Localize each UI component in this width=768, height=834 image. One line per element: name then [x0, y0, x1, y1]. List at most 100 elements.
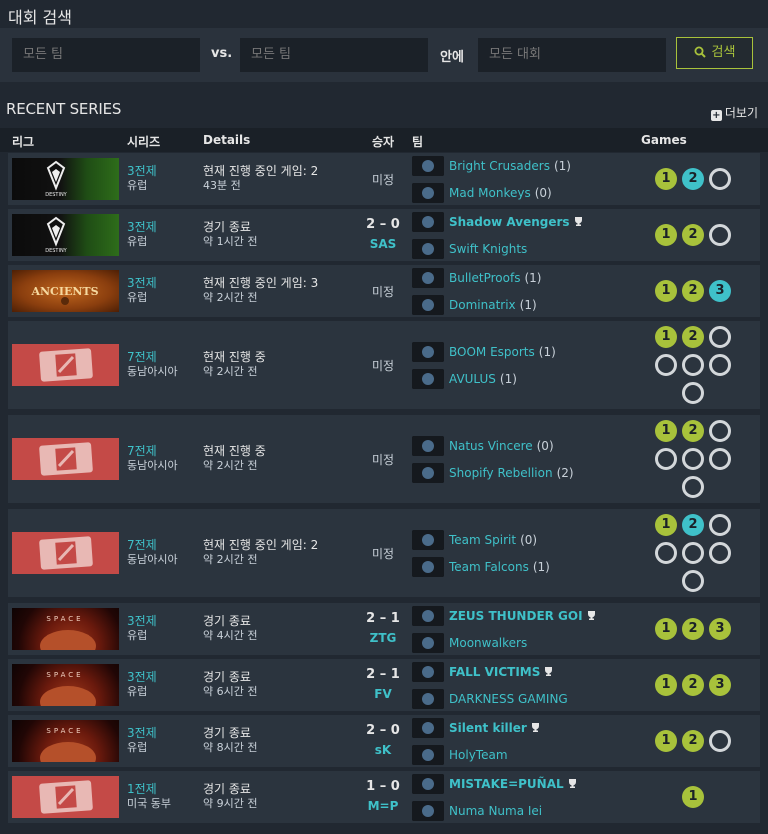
game-2[interactable]: 2 — [682, 514, 704, 536]
team-1-name[interactable]: BOOM Esports (1) — [449, 345, 556, 359]
game-1[interactable]: 1 — [655, 514, 677, 536]
game-1[interactable]: 1 — [655, 280, 677, 302]
game-3[interactable] — [709, 326, 731, 348]
winner-abbr[interactable]: ZTG — [353, 631, 413, 645]
team-1-name[interactable]: Shadow Avengers — [449, 215, 584, 229]
svg-text:SPACE: SPACE — [46, 727, 83, 735]
team-2-name[interactable]: Dominatrix (1) — [449, 298, 537, 312]
game-2[interactable]: 2 — [682, 224, 704, 246]
team-2-name[interactable]: DARKNESS GAMING — [449, 692, 568, 706]
silentkiller-icon — [412, 718, 444, 738]
team-1-name[interactable]: FALL VICTIMS — [449, 665, 554, 679]
game-2[interactable]: 2 — [682, 420, 704, 442]
game-7[interactable] — [682, 570, 704, 592]
series-row[interactable]: SPACE 3전제 유럽 경기 종료 약 6시간 전2 – 1 FV FALL VICTIM… — [8, 659, 760, 711]
league-logo[interactable]: SPACE — [12, 608, 119, 650]
series-row[interactable]: DESTINY 3전제 유럽 현재 진행 중인 게임: 2 43분 전 미정 Bright … — [8, 153, 760, 205]
team-2-name[interactable]: AVULUS (1) — [449, 372, 517, 386]
game-3[interactable]: 3 — [709, 280, 731, 302]
game-3[interactable] — [709, 168, 731, 190]
team2-input[interactable]: 모든 팀 — [240, 38, 428, 72]
game-3[interactable]: 3 — [709, 674, 731, 696]
series-row[interactable]: SPACE 3전제 유럽 경기 종료 약 4시간 전2 – 1 ZTG ZEUS THUND… — [8, 603, 760, 655]
dominatrix-icon — [412, 295, 444, 315]
team-2-name[interactable]: Swift Knights — [449, 242, 527, 256]
game-1[interactable]: 1 — [682, 786, 704, 808]
game-5[interactable] — [682, 448, 704, 470]
league-logo[interactable] — [12, 344, 119, 386]
spirit-icon — [412, 530, 444, 550]
team1-input[interactable]: 모든 팀 — [12, 38, 200, 72]
series-row[interactable]: 7전제 동남아시아 현재 진행 중약 2시간 전 미정 Natus Vincere (0)… — [8, 415, 760, 503]
league-logo[interactable]: DESTINY — [12, 214, 119, 256]
team-1-name[interactable]: Bright Crusaders (1) — [449, 159, 571, 173]
game-5[interactable] — [682, 354, 704, 376]
game-3[interactable]: 3 — [709, 618, 731, 640]
game-1[interactable]: 1 — [655, 674, 677, 696]
league-logo[interactable] — [12, 438, 119, 480]
game-3[interactable] — [709, 730, 731, 752]
team-2-name[interactable]: HolyTeam — [449, 748, 508, 762]
game-5[interactable] — [682, 542, 704, 564]
game-2[interactable]: 2 — [682, 280, 704, 302]
team-2-name[interactable]: Numa Numa Iei — [449, 804, 542, 818]
game-4[interactable] — [655, 542, 677, 564]
col-games: Games — [641, 133, 687, 147]
space-logo-icon: SPACE — [40, 671, 96, 706]
series-row[interactable]: SPACE 3전제 유럽 경기 종료 약 8시간 전2 – 0 sK Silent kill… — [8, 715, 760, 767]
game-1[interactable]: 1 — [655, 326, 677, 348]
team-1-name[interactable]: ZEUS THUNDER GOI — [449, 609, 597, 623]
team-2-name[interactable]: Team Falcons (1) — [449, 560, 550, 574]
series-row[interactable]: 7전제 동남아시아 현재 진행 중약 2시간 전 미정 BOOM Esports (1) A… — [8, 321, 760, 409]
game-7[interactable] — [682, 382, 704, 404]
search-button[interactable]: 검색 — [676, 37, 753, 69]
league-input[interactable]: 모든 대회 — [478, 38, 666, 72]
team-1-name[interactable]: MISTAKE=PUÑAL — [449, 777, 578, 791]
team-1-name[interactable]: BulletProofs (1) — [449, 271, 541, 285]
game-1[interactable]: 1 — [655, 224, 677, 246]
shopify-icon — [412, 463, 444, 483]
game-6[interactable] — [709, 354, 731, 376]
game-3[interactable] — [709, 420, 731, 442]
svg-text:ANCIENTS: ANCIENTS — [30, 285, 98, 298]
game-2[interactable]: 2 — [682, 168, 704, 190]
team-2-name[interactable]: Mad Monkeys (0) — [449, 186, 552, 200]
game-1[interactable]: 1 — [655, 618, 677, 640]
team-2-name[interactable]: Shopify Rebellion (2) — [449, 466, 574, 480]
league-logo[interactable] — [12, 776, 119, 818]
league-logo[interactable]: SPACE — [12, 664, 119, 706]
game-3[interactable] — [709, 514, 731, 536]
game-2[interactable]: 2 — [682, 326, 704, 348]
dota-logo-icon — [12, 532, 119, 574]
team-1-name[interactable]: Natus Vincere (0) — [449, 439, 554, 453]
game-3[interactable] — [709, 224, 731, 246]
game-4[interactable] — [655, 448, 677, 470]
team-2-name[interactable]: Moonwalkers — [449, 636, 527, 650]
series-row[interactable]: DESTINY 3전제 유럽 경기 종료 약 1시간 전2 – 0 SAS Shadow A… — [8, 209, 760, 261]
more-link[interactable]: + 더보기 — [710, 104, 758, 121]
game-2[interactable]: 2 — [682, 618, 704, 640]
league-logo[interactable]: ANCIENTS — [12, 270, 119, 312]
game-2[interactable]: 2 — [682, 674, 704, 696]
game-4[interactable] — [655, 354, 677, 376]
winner-abbr[interactable]: M=P — [353, 799, 413, 813]
game-6[interactable] — [709, 448, 731, 470]
team-2-wins: (0) — [534, 186, 552, 200]
game-1[interactable]: 1 — [655, 168, 677, 190]
series-row[interactable]: 1전제 미국 동부 경기 종료 약 9시간 전1 – 0 M=P MISTAKE=PUÑA… — [8, 771, 760, 823]
game-1[interactable]: 1 — [655, 730, 677, 752]
game-7[interactable] — [682, 476, 704, 498]
winner-abbr[interactable]: FV — [353, 687, 413, 701]
game-1[interactable]: 1 — [655, 420, 677, 442]
team-1-name[interactable]: Team Spirit (0) — [449, 533, 537, 547]
series-row[interactable]: 7전제 동남아시아 현재 진행 중인 게임: 2약 2시간 전 미정 Team Spir… — [8, 509, 760, 597]
league-logo[interactable]: DESTINY — [12, 158, 119, 200]
series-row[interactable]: ANCIENTS 3전제 유럽 현재 진행 중인 게임: 3약 2시간 전 미정 Bull… — [8, 265, 760, 317]
winner-abbr[interactable]: SAS — [353, 237, 413, 251]
game-6[interactable] — [709, 542, 731, 564]
winner-abbr[interactable]: sK — [353, 743, 413, 757]
league-logo[interactable] — [12, 532, 119, 574]
game-2[interactable]: 2 — [682, 730, 704, 752]
team-1-name[interactable]: Silent killer — [449, 721, 541, 735]
league-logo[interactable]: SPACE — [12, 720, 119, 762]
